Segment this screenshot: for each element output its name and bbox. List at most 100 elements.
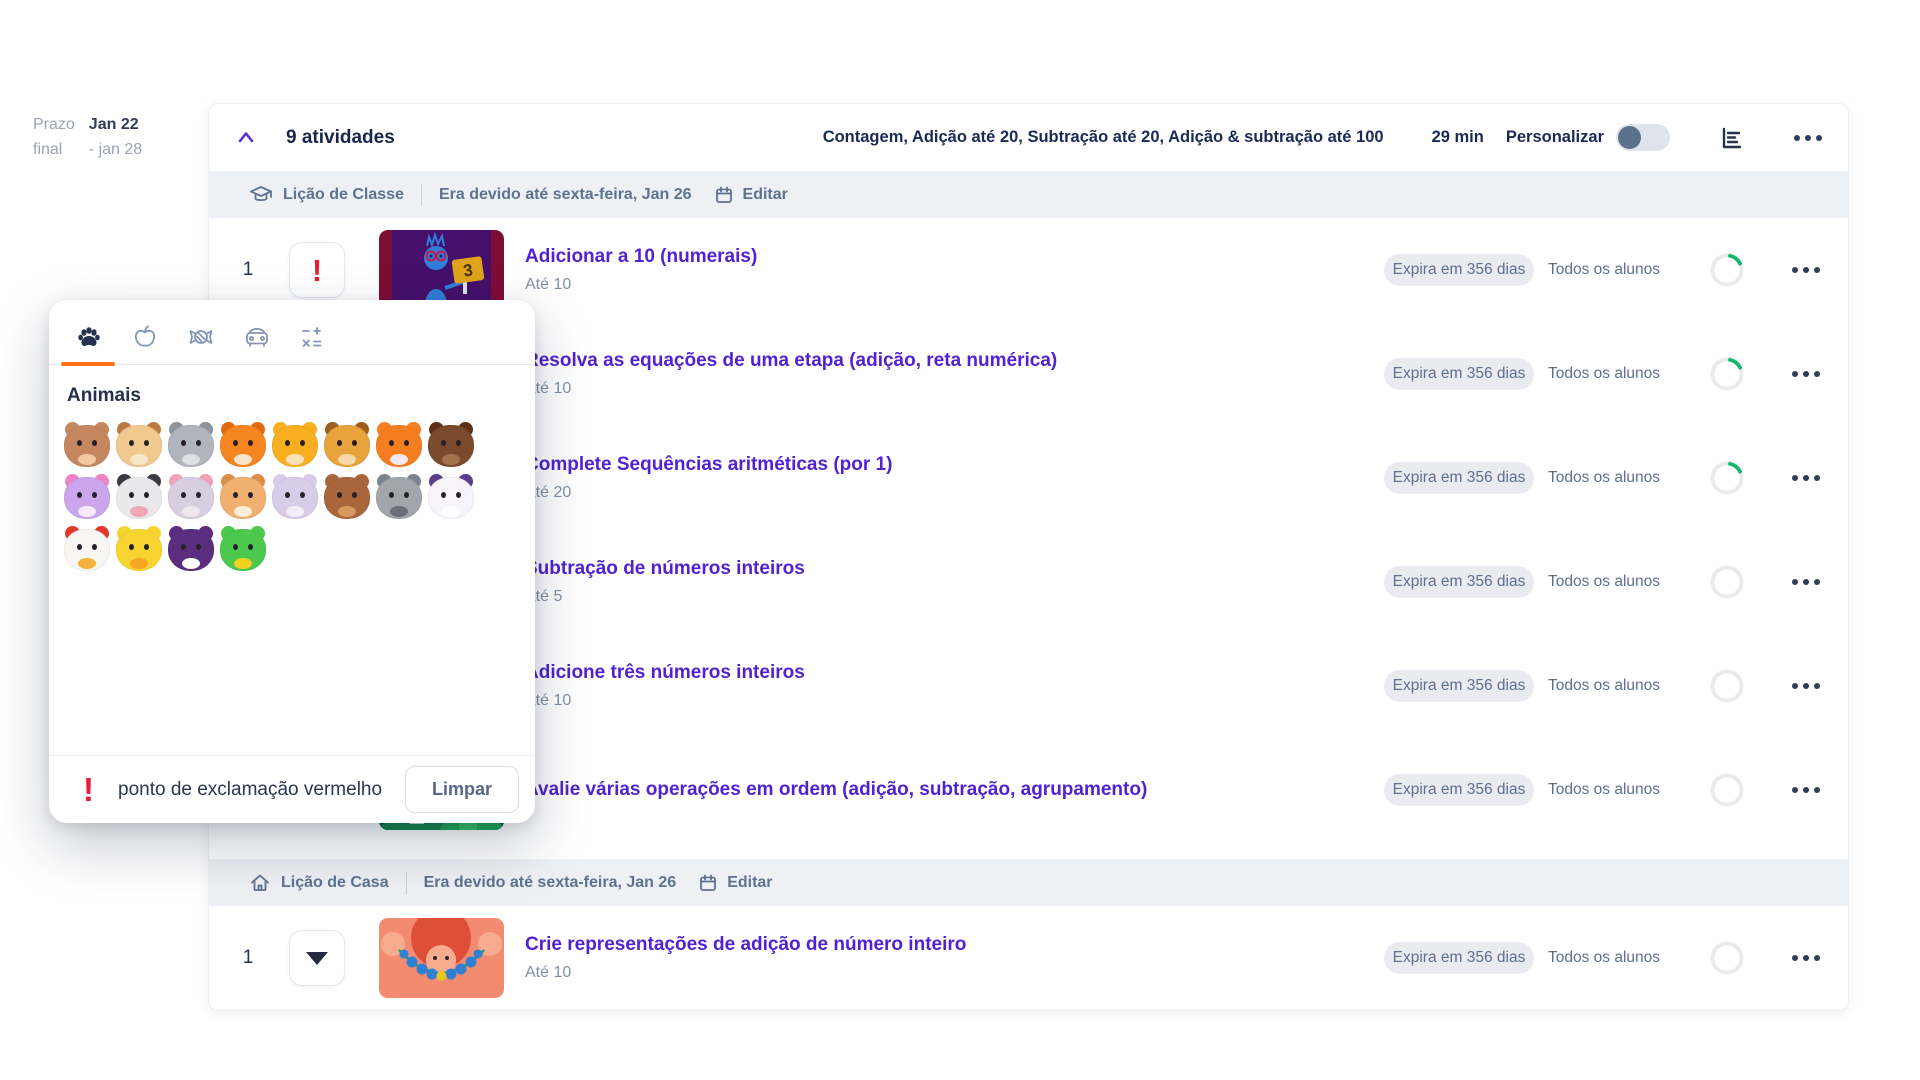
card-header: 9 atividades Contagem, Adição até 20, Su… xyxy=(209,104,1848,171)
penguin-emoji[interactable] xyxy=(165,523,217,575)
monkey-emoji[interactable] xyxy=(61,419,113,471)
expiry-badge: Expira em 356 dias xyxy=(1384,774,1534,806)
deadline-end-date: - jan 28 xyxy=(89,137,142,162)
page: Prazo final Jan 22 - jan 28 9 atividades… xyxy=(0,0,1920,1080)
expiry-badge: Expira em 356 dias xyxy=(1384,462,1534,494)
expiry-badge: Expira em 356 dias xyxy=(1384,942,1534,974)
emoji-section-title: Animais xyxy=(67,385,535,407)
bear-emoji[interactable] xyxy=(321,471,373,523)
activity-title-link[interactable]: Subtração de números inteiros xyxy=(525,558,1384,580)
cow-emoji[interactable] xyxy=(113,471,165,523)
red-exclamation-icon: ! xyxy=(312,255,322,286)
cat-emoji[interactable] xyxy=(269,419,321,471)
row-menu-ellipsis[interactable] xyxy=(1788,955,1824,961)
active-tab-underline xyxy=(61,362,115,366)
row-menu-ellipsis[interactable] xyxy=(1788,475,1824,481)
tiger-emoji[interactable] xyxy=(373,419,425,471)
row-menu-ellipsis[interactable] xyxy=(1788,371,1824,377)
row-menu-ellipsis[interactable] xyxy=(1788,787,1824,793)
section-homework-band: Lição de Casa Era devido até sexta-feira… xyxy=(209,859,1848,906)
progress-ring xyxy=(1710,253,1744,287)
expiry-badge: Expira em 356 dias xyxy=(1384,254,1534,286)
rabbit-emoji[interactable] xyxy=(269,471,321,523)
edit-homework-button[interactable]: Editar xyxy=(727,874,772,892)
koala-emoji[interactable] xyxy=(373,471,425,523)
panda-emoji[interactable] xyxy=(425,471,477,523)
progress-ring xyxy=(1710,669,1744,703)
audience-label: Todos os alunos xyxy=(1548,365,1660,383)
header-menu-ellipsis[interactable] xyxy=(1790,135,1826,141)
audience-label: Todos os alunos xyxy=(1548,573,1660,591)
activity-thumbnail[interactable] xyxy=(379,918,504,998)
clear-button[interactable]: Limpar xyxy=(405,766,519,813)
emoji-grid xyxy=(61,419,535,575)
audience-label: Todos os alunos xyxy=(1548,781,1660,799)
emoji-picker-popup: Animais ! ponto de exclamação vermelho L… xyxy=(49,300,535,823)
emoji-picker-footer: ! ponto de exclamação vermelho Limpar xyxy=(49,755,535,823)
deadline-label-line1: Prazo xyxy=(33,112,75,137)
mouse-emoji[interactable] xyxy=(165,471,217,523)
row-number: 1 xyxy=(233,947,263,969)
fox-emoji[interactable] xyxy=(217,419,269,471)
activity-thumbnail[interactable]: 3 xyxy=(379,230,504,310)
row-menu-ellipsis[interactable] xyxy=(1788,579,1824,585)
hamster-emoji[interactable] xyxy=(217,471,269,523)
section-label: Lição de Classe xyxy=(283,186,404,204)
row-menu-ellipsis[interactable] xyxy=(1788,267,1824,273)
horse-emoji[interactable] xyxy=(425,419,477,471)
emoji-picker-content: Animais xyxy=(49,365,535,575)
deadline-start-date: Jan 22 xyxy=(89,112,142,137)
tab-candy[interactable] xyxy=(173,315,229,359)
collapse-chevron-icon[interactable] xyxy=(234,126,258,150)
calendar-icon xyxy=(714,185,734,205)
activity-title-link[interactable]: Resolva as equações de uma etapa (adição… xyxy=(525,350,1384,372)
lion-emoji[interactable] xyxy=(321,419,373,471)
frog-emoji[interactable] xyxy=(217,523,269,575)
tab-vehicles[interactable] xyxy=(229,315,285,359)
graduation-cap-icon xyxy=(249,183,273,207)
tab-math[interactable] xyxy=(285,315,341,359)
unicorn-emoji[interactable] xyxy=(61,471,113,523)
emoji-dropdown-button[interactable] xyxy=(289,930,345,986)
emoji-marker-button[interactable]: ! xyxy=(289,242,345,298)
activities-count-title: 9 atividades xyxy=(286,127,395,149)
section-gap xyxy=(209,842,1848,859)
row-menu-ellipsis[interactable] xyxy=(1788,683,1824,689)
results-chart-icon[interactable] xyxy=(1716,123,1746,153)
section-classwork-band: Lição de Classe Era devido até sexta-fei… xyxy=(209,171,1848,218)
progress-ring xyxy=(1710,357,1744,391)
home-icon xyxy=(249,872,271,894)
activity-title-link[interactable]: Crie representações de adição de número … xyxy=(525,934,1384,956)
activity-title-link[interactable]: Complete Sequências aritméticas (por 1) xyxy=(525,454,1384,476)
tab-food[interactable] xyxy=(117,315,173,359)
toggle-knob xyxy=(1618,126,1641,149)
activity-subtitle: Até 10 xyxy=(525,380,1384,398)
selected-emoji-red-exclamation: ! xyxy=(83,773,94,806)
audience-label: Todos os alunos xyxy=(1548,677,1660,695)
progress-ring xyxy=(1710,773,1744,807)
chicken-emoji[interactable] xyxy=(61,523,113,575)
tab-animals[interactable] xyxy=(61,315,117,359)
chick-emoji[interactable] xyxy=(113,523,165,575)
selected-emoji-label: ponto de exclamação vermelho xyxy=(118,779,382,801)
activity-subtitle: Até 10 xyxy=(525,964,1384,982)
duration-label: 29 min xyxy=(1432,128,1484,147)
activity-row: 1 xyxy=(209,906,1848,1010)
expiry-badge: Expira em 356 dias xyxy=(1384,670,1534,702)
activity-subtitle: Até 10 xyxy=(525,692,1384,710)
divider xyxy=(406,872,407,894)
activity-subtitle: Até 10 xyxy=(525,276,1384,294)
wolf-emoji[interactable] xyxy=(165,419,217,471)
section-due-text: Era devido até sexta-feira, Jan 26 xyxy=(439,186,692,204)
expiry-badge: Expira em 356 dias xyxy=(1384,358,1534,390)
audience-label: Todos os alunos xyxy=(1548,949,1660,967)
activity-title-link[interactable]: Avalie várias operações em ordem (adição… xyxy=(525,779,1384,801)
section-due-text: Era devido até sexta-feira, Jan 26 xyxy=(424,874,677,892)
emoji-tabs xyxy=(49,300,535,365)
activity-title-link[interactable]: Adicionar a 10 (numerais) xyxy=(525,246,1384,268)
deadline-block: Prazo final Jan 22 - jan 28 xyxy=(33,112,142,162)
edit-classwork-button[interactable]: Editar xyxy=(743,186,788,204)
activity-title-link[interactable]: Adicione três números inteiros xyxy=(525,662,1384,684)
personalize-toggle[interactable] xyxy=(1616,124,1670,151)
dog-emoji[interactable] xyxy=(113,419,165,471)
